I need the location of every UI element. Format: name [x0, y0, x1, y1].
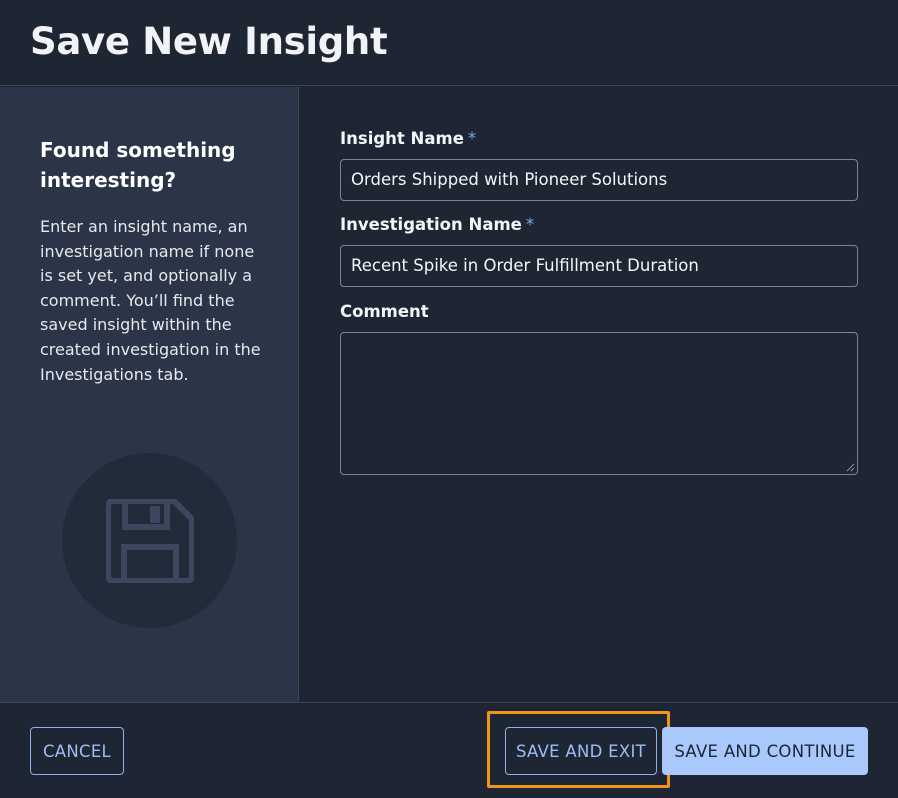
required-marker: * [525, 215, 535, 234]
save-and-continue-button[interactable]: SAVE AND CONTINUE [662, 727, 868, 775]
insight-name-label-text: Insight Name [340, 129, 464, 148]
comment-field[interactable] [340, 332, 858, 475]
insight-name-label: Insight Name * [340, 129, 476, 148]
comment-label: Comment [340, 302, 429, 321]
save-insight-dialog: Save New Insight Found something interes… [0, 0, 898, 798]
info-sidebar: Found something interesting? Enter an in… [0, 87, 299, 702]
investigation-name-field[interactable]: Recent Spike in Order Fulfillment Durati… [340, 245, 858, 287]
insight-name-field[interactable]: Orders Shipped with Pioneer Solutions [340, 159, 858, 201]
floppy-disk-icon [106, 499, 194, 583]
dialog-header: Save New Insight [0, 0, 898, 86]
resize-grip-icon[interactable] [845, 462, 855, 472]
dialog-title: Save New Insight [30, 20, 388, 63]
save-and-exit-button[interactable]: SAVE AND EXIT [505, 727, 657, 775]
sidebar-heading: Found something interesting? [40, 138, 236, 192]
investigation-name-label: Investigation Name * [340, 215, 534, 234]
investigation-name-label-text: Investigation Name [340, 215, 522, 234]
required-marker: * [467, 129, 477, 148]
sidebar-description: Enter an insight name, an investigation … [40, 217, 261, 384]
dialog-footer: CANCEL SAVE AND EXIT SAVE AND CONTINUE [0, 702, 898, 798]
floppy-disk-badge [62, 453, 237, 628]
cancel-button[interactable]: CANCEL [30, 727, 124, 775]
form-panel: Insight Name * Orders Shipped with Pionee… [300, 87, 898, 702]
